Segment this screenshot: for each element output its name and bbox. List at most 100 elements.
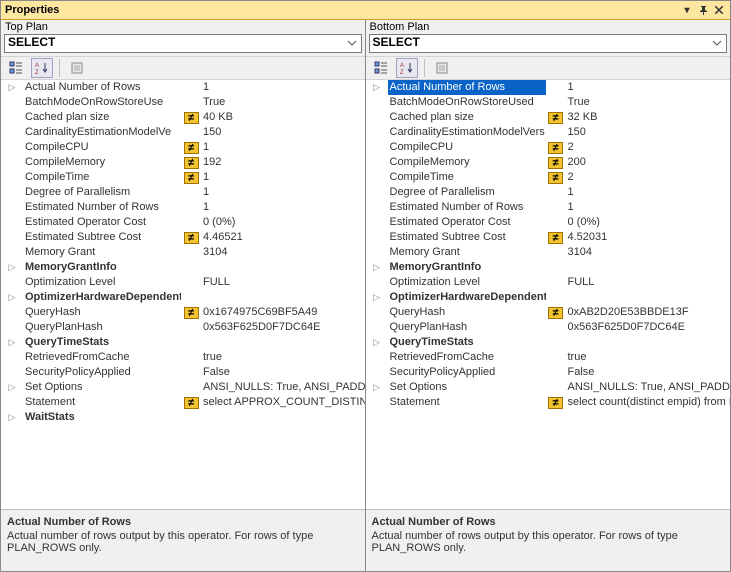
property-row[interactable]: ▷QueryTimeStats (1, 335, 365, 350)
object-selector-value: SELECT (373, 35, 420, 49)
window-close-icon[interactable] (712, 3, 726, 17)
expand-icon[interactable]: ▷ (366, 260, 388, 275)
toolbar-right: AZ (366, 56, 731, 80)
property-row[interactable]: ▷WaitStats (1, 410, 365, 425)
property-row[interactable]: Optimization Level FULL (1, 275, 365, 290)
chevron-down-icon (347, 37, 357, 49)
property-row[interactable]: ▷Actual Number of Rows1 (1, 80, 365, 95)
property-row[interactable]: ▷QueryTimeStats (366, 335, 731, 350)
property-row[interactable]: RetrievedFromCachetrue (366, 350, 731, 365)
expand-icon[interactable]: ▷ (1, 410, 23, 425)
property-row[interactable]: ▷OptimizerHardwareDependent (1, 290, 365, 305)
property-name: Statement (388, 395, 546, 410)
property-row[interactable]: Optimization LevelFULL (366, 275, 731, 290)
property-name: Cached plan size (23, 110, 181, 125)
property-value: 40 KB (201, 110, 365, 125)
property-row[interactable]: CompileTime≠2 (366, 170, 731, 185)
property-value: 0x563F625D0F7DC64E (566, 320, 731, 335)
property-pages-button[interactable] (66, 58, 88, 78)
svg-text:Z: Z (400, 70, 404, 75)
property-value: true (201, 350, 365, 365)
property-row[interactable]: ▷OptimizerHardwareDependentI (366, 290, 731, 305)
property-row[interactable]: CompileCPU≠1 (1, 140, 365, 155)
expand-icon[interactable]: ▷ (1, 290, 23, 305)
property-row[interactable]: Statement≠select count(distinct empid) f… (366, 395, 731, 410)
property-row[interactable]: ▷MemoryGrantInfo (1, 260, 365, 275)
property-row[interactable]: RetrievedFromCache true (1, 350, 365, 365)
diff-indicator: ≠ (181, 172, 201, 184)
alphabetical-button[interactable]: AZ (396, 58, 418, 78)
property-row[interactable]: ▷MemoryGrantInfo (366, 260, 731, 275)
property-row[interactable]: BatchModeOnRowStoreUsedTrue (366, 95, 731, 110)
property-name: Degree of Parallelism (388, 185, 546, 200)
property-name: WaitStats (23, 410, 181, 425)
property-name: CompileCPU (388, 140, 546, 155)
property-row[interactable]: ▷Set OptionsANSI_NULLS: True, ANSI_PADDI… (1, 380, 365, 395)
categorized-button[interactable] (5, 58, 27, 78)
property-row[interactable]: CardinalityEstimationModelVe150 (1, 125, 365, 140)
diff-indicator: ≠ (181, 112, 201, 124)
not-equal-icon: ≠ (548, 307, 563, 319)
property-row[interactable]: Estimated Operator Cost0 (0%) (1, 215, 365, 230)
property-row[interactable]: ▷Actual Number of Rows1 (366, 80, 731, 95)
property-row[interactable]: Estimated Number of Rows1 (1, 200, 365, 215)
property-value: True (566, 95, 731, 110)
property-row[interactable]: CompileMemory≠192 (1, 155, 365, 170)
property-row[interactable]: BatchModeOnRowStoreUseTrue (1, 95, 365, 110)
property-row[interactable]: CompileMemory≠200 (366, 155, 731, 170)
property-grid-left[interactable]: ▷Actual Number of Rows1BatchModeOnRowSto… (1, 80, 365, 509)
object-selector-right[interactable]: SELECT (369, 34, 728, 53)
property-value: FULL (201, 275, 365, 290)
property-grid-right[interactable]: ▷Actual Number of Rows1BatchModeOnRowSto… (366, 80, 731, 509)
description-right: Actual Number of Rows Actual number of r… (366, 509, 731, 571)
property-row[interactable]: SecurityPolicyAppliedFalse (1, 365, 365, 380)
property-row[interactable]: QueryHash≠0xAB2D20E53BBDE13F (366, 305, 731, 320)
property-row[interactable]: QueryPlanHash0x563F625D0F7DC64E (366, 320, 731, 335)
property-row[interactable]: CardinalityEstimationModelVers150 (366, 125, 731, 140)
property-row[interactable]: Estimated Operator Cost0 (0%) (366, 215, 731, 230)
toolbar-sep (59, 59, 60, 77)
property-row[interactable]: Statement≠select APPROX_COUNT_DISTIN (1, 395, 365, 410)
property-row[interactable]: QueryHash≠0x1674975C69BF5A49 (1, 305, 365, 320)
property-value: 3104 (566, 245, 731, 260)
property-row[interactable]: Memory Grant3104 (1, 245, 365, 260)
property-name: RetrievedFromCache (23, 350, 181, 365)
property-row[interactable]: Estimated Subtree Cost≠4.46521 (1, 230, 365, 245)
property-name: QueryPlanHash (23, 320, 181, 335)
expand-icon[interactable]: ▷ (366, 335, 388, 350)
property-row[interactable]: Memory Grant3104 (366, 245, 731, 260)
svg-text:Z: Z (35, 70, 39, 75)
expand-icon[interactable]: ▷ (1, 80, 23, 95)
content: Top Plan SELECT AZ ▷Actual Number of Row… (1, 20, 730, 571)
property-value: 0 (0%) (201, 215, 365, 230)
window-dropdown-icon[interactable]: ▾ (680, 3, 694, 17)
property-row[interactable]: Degree of Parallelism1 (1, 185, 365, 200)
property-row[interactable]: SecurityPolicyAppliedFalse (366, 365, 731, 380)
property-row[interactable]: CompileTime≠1 (1, 170, 365, 185)
property-name: Degree of Parallelism (23, 185, 181, 200)
expand-icon[interactable]: ▷ (1, 335, 23, 350)
property-pages-button[interactable] (431, 58, 453, 78)
window-pin-icon[interactable] (696, 3, 710, 17)
property-row[interactable]: ▷Set OptionsANSI_NULLS: True, ANSI_PADDI… (366, 380, 731, 395)
categorized-button[interactable] (370, 58, 392, 78)
property-row[interactable]: Estimated Number of Rows1 (366, 200, 731, 215)
expand-icon[interactable]: ▷ (366, 380, 388, 395)
property-row[interactable]: Cached plan size≠40 KB (1, 110, 365, 125)
expand-icon[interactable]: ▷ (1, 260, 23, 275)
property-row[interactable]: QueryPlanHash0x563F625D0F7DC64E (1, 320, 365, 335)
property-row[interactable]: Cached plan size≠32 KB (366, 110, 731, 125)
property-value: 1 (201, 200, 365, 215)
property-name: SecurityPolicyApplied (23, 365, 181, 380)
property-row[interactable]: CompileCPU≠2 (366, 140, 731, 155)
description-title: Actual Number of Rows (372, 516, 725, 528)
property-name: Optimization Level (23, 275, 181, 290)
property-row[interactable]: Estimated Subtree Cost≠4.52031 (366, 230, 731, 245)
property-value: 2 (566, 170, 731, 185)
expand-icon[interactable]: ▷ (1, 380, 23, 395)
property-row[interactable]: Degree of Parallelism1 (366, 185, 731, 200)
object-selector-left[interactable]: SELECT (4, 34, 362, 53)
expand-icon[interactable]: ▷ (366, 290, 388, 305)
alphabetical-button[interactable]: AZ (31, 58, 53, 78)
expand-icon[interactable]: ▷ (366, 80, 388, 95)
